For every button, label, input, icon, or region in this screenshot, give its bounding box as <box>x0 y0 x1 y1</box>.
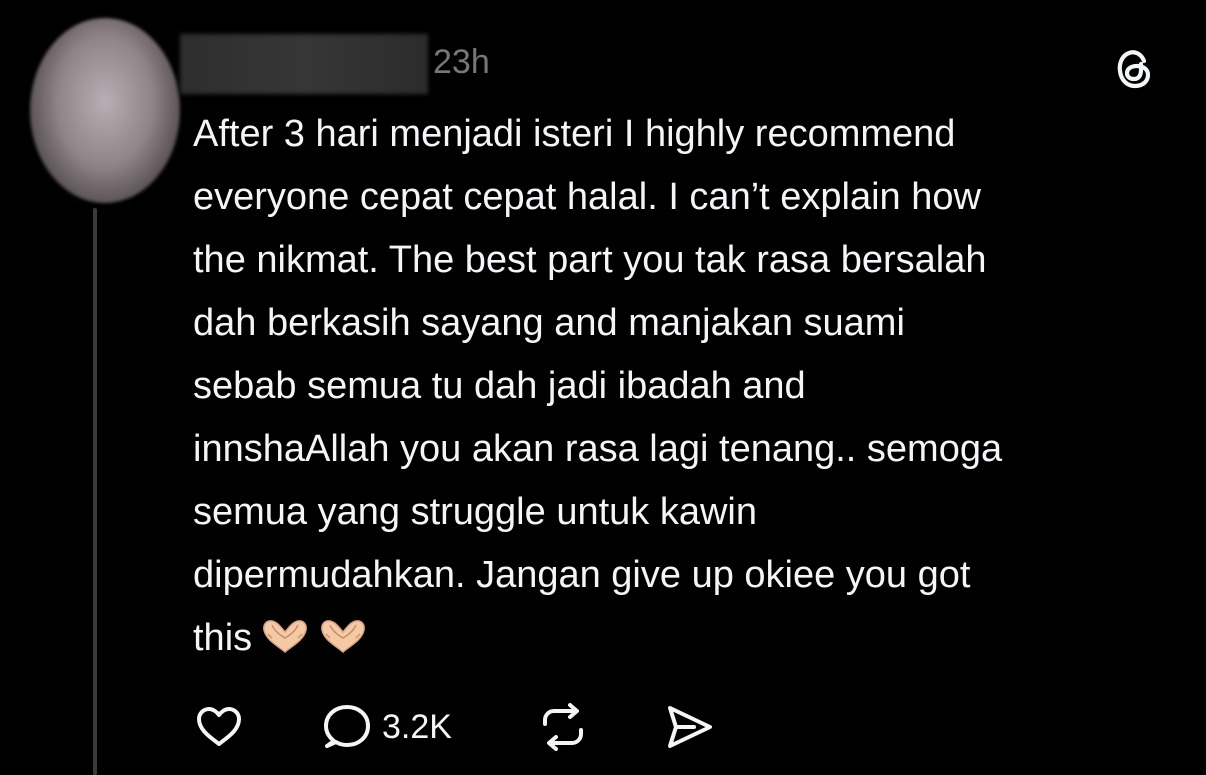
thread-line <box>93 208 97 775</box>
post-body: After 3 hari menjadi isteri I highly rec… <box>193 103 1183 670</box>
share-button[interactable] <box>662 700 716 754</box>
post-text: After 3 hari menjadi isteri I highly rec… <box>193 113 1003 659</box>
like-button[interactable] <box>192 700 246 754</box>
post-actions: 3.2K <box>192 700 752 754</box>
reply-button[interactable]: 3.2K <box>320 700 452 754</box>
threads-post: 23h After 3 hari menjadi isteri I highly… <box>0 0 1206 775</box>
heart-icon <box>192 700 246 754</box>
username-redacted[interactable] <box>180 34 428 94</box>
repost-button[interactable] <box>536 700 590 754</box>
repost-icon <box>536 700 590 754</box>
post-timestamp: 23h <box>433 43 490 81</box>
send-icon <box>662 700 716 754</box>
heart-hands-emoji <box>316 613 370 653</box>
reply-count: 3.2K <box>382 708 452 746</box>
avatar[interactable] <box>30 18 180 203</box>
heart-hands-emoji <box>258 613 312 653</box>
threads-logo-icon[interactable] <box>1110 44 1158 92</box>
comment-bubble-icon <box>320 700 374 754</box>
